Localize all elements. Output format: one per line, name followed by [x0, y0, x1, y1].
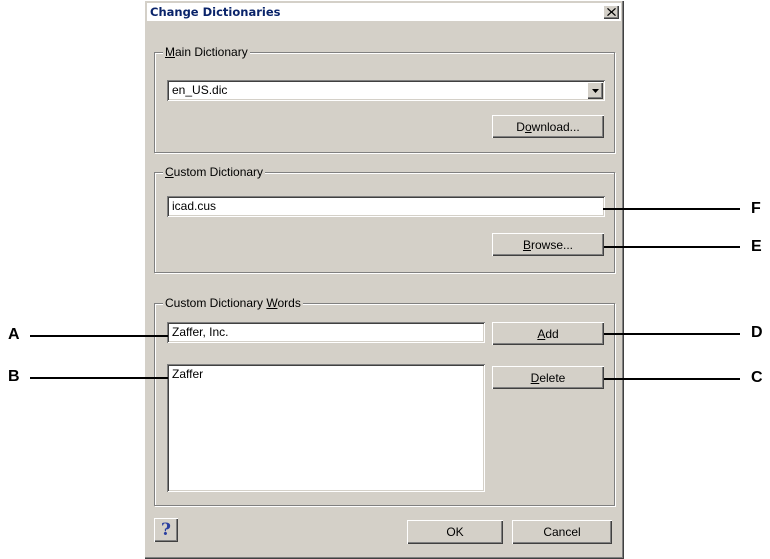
cancel-button-label: Cancel — [543, 525, 581, 539]
main-dictionary-value: en_US.dic — [172, 83, 228, 97]
close-button[interactable] — [603, 5, 619, 19]
callout-line-d — [604, 333, 740, 335]
custom-dictionary-group: Custom Dictionary — [154, 165, 615, 273]
custom-dictionary-value: icad.cus — [172, 199, 217, 213]
help-button[interactable]: ? — [154, 518, 178, 542]
main-dictionary-label: Main Dictionary — [163, 45, 250, 59]
callout-line-c — [604, 378, 740, 380]
callout-label-f: F — [751, 200, 761, 217]
delete-button[interactable]: Delete — [492, 366, 604, 389]
main-dictionary-select[interactable]: en_US.dic — [167, 80, 605, 101]
ok-button-label: OK — [446, 525, 464, 539]
word-input-value: Zaffer, Inc. — [172, 325, 229, 339]
callout-line-b — [30, 377, 168, 379]
custom-dictionary-input[interactable]: icad.cus — [167, 196, 605, 217]
download-button-label: Download... — [516, 119, 580, 134]
callout-label-c: C — [751, 369, 763, 386]
browse-button[interactable]: Browse... — [492, 233, 604, 256]
change-dictionaries-dialog: Change Dictionaries Main Dictionary en_U… — [144, 0, 624, 559]
callout-line-a — [30, 335, 168, 337]
delete-button-label: Delete — [530, 370, 566, 385]
list-item[interactable]: Zaffer — [172, 367, 480, 381]
browse-button-label: Browse... — [522, 237, 574, 252]
add-button-label: Add — [537, 326, 559, 341]
chevron-down-icon — [591, 88, 599, 93]
ok-button[interactable]: OK — [407, 520, 503, 544]
custom-words-label: Custom Dictionary Words — [163, 296, 303, 310]
words-list[interactable]: Zaffer — [167, 364, 485, 492]
callout-line-f — [603, 208, 740, 210]
close-icon — [606, 8, 616, 16]
dialog-title: Change Dictionaries — [150, 5, 281, 19]
title-bar: Change Dictionaries — [147, 3, 621, 21]
word-input[interactable]: Zaffer, Inc. — [167, 322, 485, 343]
custom-dictionary-label: Custom Dictionary — [163, 165, 266, 179]
callout-line-e — [604, 246, 740, 248]
callout-label-d: D — [751, 324, 763, 341]
download-button[interactable]: Download... — [492, 115, 604, 138]
add-button[interactable]: Add — [492, 322, 604, 345]
callout-label-b: B — [8, 368, 20, 385]
help-icon: ? — [161, 520, 171, 540]
callout-label-a: A — [8, 326, 20, 343]
dropdown-button[interactable] — [587, 82, 603, 99]
cancel-button[interactable]: Cancel — [512, 520, 612, 544]
callout-label-e: E — [751, 238, 762, 255]
